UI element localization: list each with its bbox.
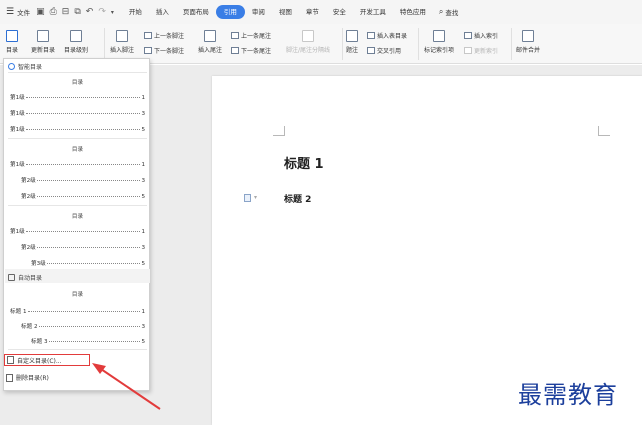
annotation-arrow	[92, 363, 161, 410]
watermark-text: 最需教育	[518, 381, 618, 409]
arrow-shaft	[97, 366, 161, 410]
arrow-head	[92, 363, 106, 374]
